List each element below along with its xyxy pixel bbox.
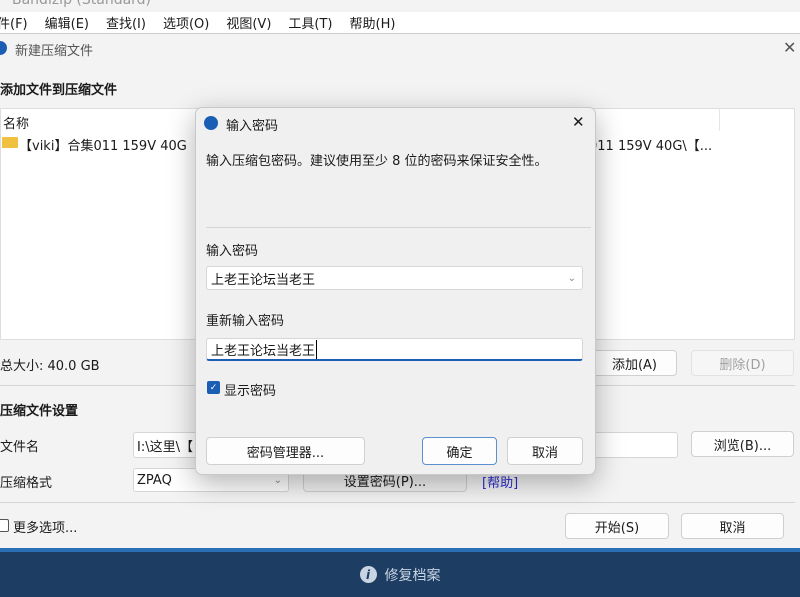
password-label: 输入密码 (206, 244, 259, 259)
show-password-checkbox[interactable]: ✓ (207, 381, 220, 394)
password-value: 上老王论坛当老王 (211, 272, 316, 288)
password-manager-button[interactable]: 密码管理器... (206, 437, 365, 465)
folder-icon (2, 137, 18, 148)
divider (206, 227, 591, 228)
close-icon[interactable]: ✕ (783, 38, 796, 57)
column-header-name[interactable]: 名称 (3, 113, 29, 132)
menu-find[interactable]: 查找(I) (106, 13, 146, 32)
ok-button[interactable]: 确定 (422, 437, 497, 465)
section-settings-title: 压缩文件设置 (0, 404, 79, 419)
total-size: 总大小: 40.0 GB (0, 359, 100, 374)
menu-options[interactable]: 选项(O) (163, 13, 209, 32)
bottom-bar: i 修复档案 (0, 548, 800, 597)
column-divider[interactable] (719, 109, 720, 131)
filename-value: I:\这里\【 (137, 439, 193, 455)
info-icon: i (359, 566, 377, 583)
confirm-password-input[interactable]: 上老王论坛当老王 (206, 338, 583, 361)
description: 输入压缩包密码。建议使用至少 8 位的密码来保证安全性。 (206, 154, 548, 169)
chevron-down-icon: ⌄ (273, 474, 282, 486)
filename-label: 文件名 (0, 440, 40, 455)
cancel-button[interactable]: 取消 (681, 513, 784, 539)
menu-help[interactable]: 帮助(H) (350, 13, 396, 32)
file-name: 【viki】合集011 159V 40G (19, 139, 187, 154)
close-icon[interactable]: ✕ (572, 113, 585, 131)
menu-file[interactable]: 件(F) (0, 13, 28, 32)
confirm-label: 重新输入密码 (206, 314, 285, 329)
dialog-title: 新建压缩文件 (15, 44, 94, 59)
more-options-label[interactable]: 更多选项... (13, 517, 77, 536)
cancel-button[interactable]: 取消 (507, 437, 583, 465)
browse-button[interactable]: 浏览(B)... (691, 431, 794, 457)
menu-bar: 件(F) 编辑(E) 查找(I) 选项(O) 视图(V) 工具(T) 帮助(H) (0, 12, 800, 34)
password-dialog: 输入密码 ✕ 输入压缩包密码。建议使用至少 8 位的密码来保证安全性。 输入密码… (195, 107, 596, 475)
password-combobox[interactable]: 上老王论坛当老王 ⌄ (206, 266, 583, 290)
repair-archive-label[interactable]: 修复档案 (385, 565, 441, 585)
show-password-label[interactable]: 显示密码 (224, 380, 276, 399)
add-button[interactable]: 添加(A) (592, 350, 677, 376)
more-options-checkbox[interactable] (0, 519, 9, 532)
menu-edit[interactable]: 编辑(E) (45, 13, 89, 32)
confirm-value: 上老王论坛当老王 (211, 339, 318, 359)
delete-button[interactable]: 删除(D) (691, 350, 794, 376)
format-label: 压缩格式 (0, 476, 53, 491)
app-icon (204, 116, 218, 130)
chevron-down-icon: ⌄ (567, 272, 576, 284)
section-add-title: 添加文件到压缩文件 (0, 83, 118, 98)
menu-view[interactable]: 视图(V) (226, 13, 271, 32)
format-value: ZPAQ (137, 472, 172, 488)
menu-tools[interactable]: 工具(T) (288, 13, 332, 32)
start-button[interactable]: 开始(S) (565, 513, 669, 539)
app-icon (0, 41, 7, 55)
divider (0, 502, 795, 503)
file-path: 011 159V 40G\【... (589, 139, 713, 154)
password-dialog-title: 输入密码 (226, 119, 279, 134)
window-title: Bandizip (Standard) (12, 0, 152, 8)
